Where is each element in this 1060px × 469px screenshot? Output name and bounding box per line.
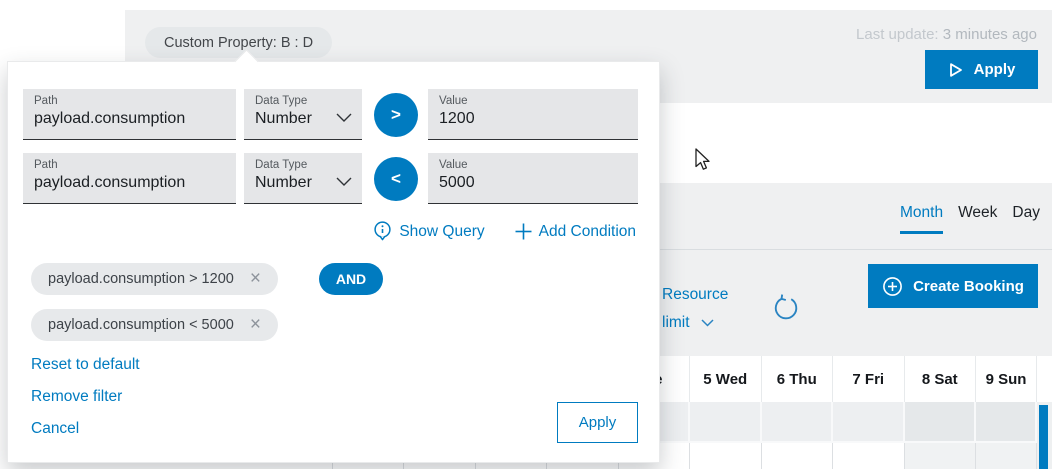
path-field[interactable]: Path payload.consumption bbox=[23, 89, 236, 140]
join-operator-pill[interactable]: AND bbox=[319, 263, 383, 295]
data-type-select[interactable]: Data Type Number bbox=[244, 153, 362, 204]
path-field-value: payload.consumption bbox=[34, 108, 226, 130]
path-field-label: Path bbox=[34, 158, 226, 172]
tab-week[interactable]: Week bbox=[958, 204, 997, 234]
remove-filter-link[interactable]: Remove filter bbox=[31, 388, 122, 406]
create-booking-label: Create Booking bbox=[913, 278, 1024, 295]
value-field-label: Value bbox=[439, 158, 628, 172]
data-type-label: Data Type bbox=[255, 158, 352, 172]
chevron-down-icon bbox=[701, 319, 714, 327]
day-header-wed: 5 Wed bbox=[690, 356, 762, 402]
view-tabs: Month Week Day bbox=[900, 204, 1040, 234]
plus-icon bbox=[515, 223, 532, 240]
condition-chip-text: payload.consumption > 1200 bbox=[48, 271, 234, 287]
calendar-cell[interactable] bbox=[690, 443, 762, 469]
popup-links-row: Show Query Add Condition bbox=[8, 221, 636, 242]
remove-condition-icon[interactable]: × bbox=[250, 270, 261, 288]
calendar-cell[interactable] bbox=[833, 402, 905, 443]
operator-button-gt[interactable]: > bbox=[374, 93, 418, 137]
tab-day-label: Day bbox=[1012, 204, 1040, 221]
path-field-label: Path bbox=[34, 94, 226, 108]
day-header-thu: 6 Thu bbox=[762, 356, 834, 402]
value-field[interactable]: Value 5000 bbox=[428, 153, 638, 204]
tab-week-label: Week bbox=[958, 204, 997, 221]
play-icon bbox=[948, 62, 964, 78]
add-condition-link[interactable]: Add Condition bbox=[515, 221, 636, 242]
add-condition-label: Add Condition bbox=[539, 223, 636, 241]
calendar-cell[interactable] bbox=[833, 443, 905, 469]
condition-chip: payload.consumption < 5000 × bbox=[31, 309, 278, 341]
cancel-link[interactable]: Cancel bbox=[31, 420, 79, 438]
tab-month-label: Month bbox=[900, 204, 943, 221]
calendar-cell[interactable] bbox=[762, 443, 834, 469]
last-update-label: Last update: bbox=[856, 26, 939, 43]
data-type-select[interactable]: Data Type Number bbox=[244, 89, 362, 140]
operator-button-lt[interactable]: < bbox=[374, 157, 418, 201]
show-query-label: Show Query bbox=[399, 223, 484, 241]
calendar-cell[interactable] bbox=[690, 402, 762, 443]
day-header-sun: 9 Sun bbox=[976, 356, 1037, 402]
create-booking-button[interactable]: Create Booking bbox=[868, 264, 1038, 308]
value-field[interactable]: Value 1200 bbox=[428, 89, 638, 140]
filter-popup: Path payload.consumption Data Type Numbe… bbox=[7, 61, 660, 463]
data-type-label: Data Type bbox=[255, 94, 352, 108]
resource-limit-dropdown[interactable]: Resource limit bbox=[662, 281, 754, 337]
value-field-value: 1200 bbox=[439, 108, 628, 130]
calendar-cell-weekend[interactable] bbox=[976, 402, 1037, 443]
popup-apply-button[interactable]: Apply bbox=[557, 402, 638, 443]
active-tab-underline bbox=[900, 231, 943, 234]
mouse-cursor bbox=[695, 148, 715, 171]
resource-limit-label: Resource limit bbox=[662, 286, 728, 331]
day-header-fri: 7 Fri bbox=[833, 356, 905, 402]
calendar-cell-weekend[interactable] bbox=[976, 443, 1037, 469]
path-field[interactable]: Path payload.consumption bbox=[23, 153, 236, 204]
chevron-down-icon bbox=[336, 177, 352, 187]
custom-property-filter-chip[interactable]: Custom Property: B : D bbox=[145, 27, 332, 58]
calendar-cell-weekend[interactable] bbox=[905, 402, 977, 443]
refresh-button[interactable] bbox=[771, 294, 801, 324]
info-bubble-icon bbox=[373, 221, 392, 242]
calendar-cell-weekend[interactable] bbox=[905, 443, 977, 469]
path-field-value: payload.consumption bbox=[34, 172, 226, 194]
last-update-status: Last update: 3 minutes ago bbox=[856, 26, 1037, 43]
day-header-sat: 8 Sat bbox=[905, 356, 977, 402]
reset-to-default-link[interactable]: Reset to default bbox=[31, 356, 140, 374]
chevron-down-icon bbox=[336, 113, 352, 123]
remove-condition-icon[interactable]: × bbox=[250, 316, 261, 334]
tab-month[interactable]: Month bbox=[900, 204, 943, 234]
value-field-label: Value bbox=[439, 94, 628, 108]
plus-circle-icon bbox=[882, 276, 903, 297]
calendar-cell[interactable] bbox=[762, 402, 834, 443]
show-query-link[interactable]: Show Query bbox=[373, 221, 484, 242]
value-field-value: 5000 bbox=[439, 172, 628, 194]
condition-chip: payload.consumption > 1200 × bbox=[31, 263, 278, 295]
app-window: Custom Property: B : D Last update: 3 mi… bbox=[0, 0, 1060, 469]
condition-chip-text: payload.consumption < 5000 bbox=[48, 317, 234, 333]
apply-button-label: Apply bbox=[974, 61, 1016, 78]
refresh-icon bbox=[772, 294, 800, 322]
last-update-value: 3 minutes ago bbox=[943, 26, 1037, 43]
vertical-scrollbar[interactable] bbox=[1039, 405, 1048, 469]
apply-filters-button[interactable]: Apply bbox=[925, 50, 1038, 89]
tab-day[interactable]: Day bbox=[1012, 204, 1040, 234]
